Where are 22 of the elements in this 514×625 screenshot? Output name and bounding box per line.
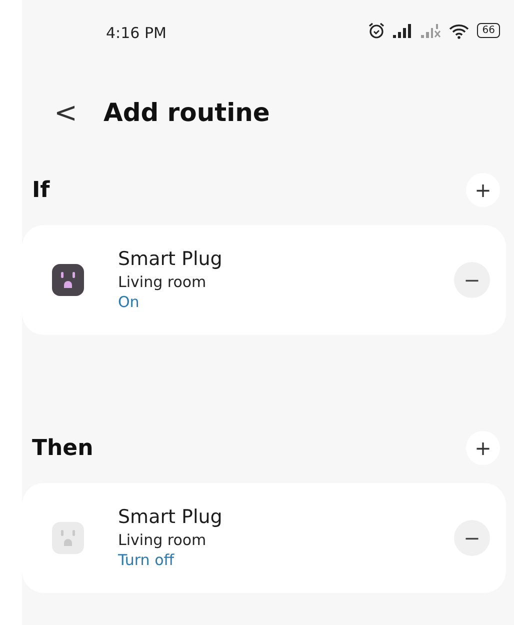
battery-icon: 66 (477, 23, 500, 38)
no-signal-icon (421, 24, 442, 38)
device-room: Living room (118, 272, 208, 293)
device-action: Turn off (118, 550, 176, 570)
alarm-icon (368, 22, 386, 39)
device-name: Smart Plug (118, 506, 224, 530)
back-button[interactable]: < (54, 98, 78, 126)
add-button[interactable]: + (466, 431, 500, 465)
device-name: Smart Plug (118, 248, 224, 272)
wifi-icon (449, 22, 470, 38)
device-room: Living room (118, 530, 208, 551)
device-card[interactable]: Smart Plug Living room Turn off − (22, 483, 506, 593)
remove-button[interactable]: − (454, 520, 490, 556)
device-action: On (118, 292, 140, 312)
device-card[interactable]: Smart Plug Living room On − (22, 225, 506, 335)
section-title: If (32, 176, 50, 204)
add-button[interactable]: + (466, 173, 500, 207)
section-title: Then (32, 434, 94, 462)
signal-icon (393, 24, 414, 38)
status-time: 4:16 PM (106, 23, 166, 44)
remove-button[interactable]: − (454, 262, 490, 298)
page-title: Add routine (103, 96, 270, 129)
